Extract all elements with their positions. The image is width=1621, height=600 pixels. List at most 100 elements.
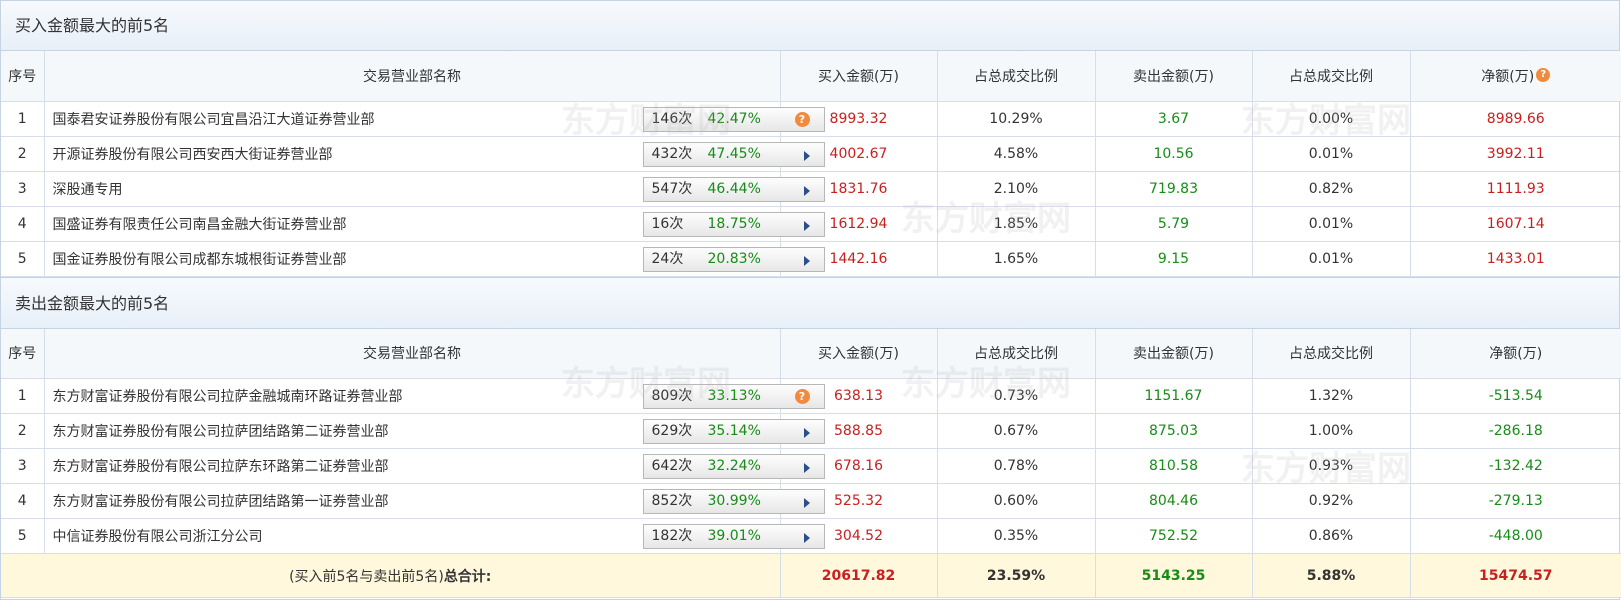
row-index: 1: [1, 378, 45, 414]
branch-name-cell: 东方财富证券股份有限公司拉萨团结路第一证券营业部 852次 30.99%: [44, 483, 825, 519]
win-rate: 47.45%: [707, 145, 761, 162]
sell-amount: 810.58: [1095, 448, 1253, 484]
sell-amount: 875.03: [1095, 413, 1253, 449]
sell-ratio: 0.93%: [1252, 448, 1411, 484]
branch-name-link[interactable]: 开源证券股份有限公司西安西大街证券营业部: [53, 147, 333, 163]
branch-history-button[interactable]: 16次 18.75%: [642, 211, 825, 237]
col-net-amount: 净额(万)?: [1410, 51, 1621, 102]
branch-name-link[interactable]: 东方财富证券股份有限公司拉萨团结路第一证券营业部: [53, 494, 389, 510]
win-rate: 42.47%: [707, 110, 761, 127]
question-icon[interactable]: ?: [794, 111, 810, 127]
appearance-count: 16次: [651, 215, 684, 232]
sell-ratio: 0.01%: [1252, 241, 1411, 277]
net-amount: -513.54: [1410, 378, 1621, 414]
sell-amount: 3.67: [1095, 101, 1253, 137]
sell-amount: 5.79: [1095, 206, 1253, 242]
branch-history-button[interactable]: 642次 32.24%: [642, 454, 825, 479]
buy-ratio: 0.60%: [937, 483, 1096, 519]
branch-name-link[interactable]: 中信证券股份有限公司浙江分公司: [53, 529, 263, 545]
branch-name-link[interactable]: 深股通专用: [53, 182, 123, 198]
buy-top5-table: 序号 交易营业部名称 买入金额(万) 占总成交比例 卖出金额(万) 占总成交比例…: [1, 51, 1621, 277]
arrow-right-icon[interactable]: [803, 533, 810, 543]
table-row: 2 开源证券股份有限公司西安西大街证券营业部 432次 47.45% 4002.67 4.…: [1, 136, 1621, 172]
branch-name-cell: 国盛证券有限责任公司南昌金融大街证券营业部 16次 18.75%: [44, 206, 825, 242]
appearance-count: 432次: [651, 145, 693, 162]
table-row: 1 国泰君安证券股份有限公司宜昌沿江大道证券营业部 146次 42.47%? 8993.…: [1, 101, 1621, 137]
branch-name-link[interactable]: 国盛证券有限责任公司南昌金融大街证券营业部: [53, 217, 347, 233]
win-rate: 39.01%: [707, 528, 761, 544]
buy-ratio: 4.58%: [937, 136, 1096, 172]
total-buy-ratio: 23.59%: [937, 553, 1096, 598]
win-rate: 20.83%: [707, 250, 761, 267]
buy-ratio: 1.85%: [937, 206, 1096, 242]
col-sell-amount: 卖出金额(万): [1095, 51, 1253, 102]
total-label: (买入前5名与卖出前5名)总合计:: [1, 553, 781, 598]
branch-name-link[interactable]: 东方财富证券股份有限公司拉萨团结路第二证券营业部: [53, 424, 389, 440]
win-rate: 30.99%: [707, 493, 761, 509]
net-amount: 8989.66: [1410, 101, 1621, 137]
col-buy-amount: 买入金额(万): [780, 328, 938, 379]
col-sell-amount: 卖出金额(万): [1095, 328, 1253, 379]
arrow-right-icon[interactable]: [803, 220, 810, 231]
total-buy-amount: 20617.82: [780, 553, 938, 598]
row-index: 5: [1, 241, 45, 277]
arrow-right-icon[interactable]: [803, 428, 810, 438]
sell-ratio: 1.00%: [1252, 413, 1411, 449]
win-rate: 32.24%: [707, 458, 761, 474]
branch-name-link[interactable]: 国金证券股份有限公司成都东城根街证券营业部: [53, 252, 347, 268]
total-net-amount: 15474.57: [1410, 553, 1621, 598]
branch-history-button[interactable]: 146次 42.47%?: [642, 106, 825, 132]
net-amount: 1433.01: [1410, 241, 1621, 277]
sell-amount: 804.46: [1095, 483, 1253, 519]
sell-ratio: 0.01%: [1252, 206, 1411, 242]
net-help-icon[interactable]: ?: [1536, 67, 1551, 82]
sell-top5-table: 序号 交易营业部名称 买入金额(万) 占总成交比例 卖出金额(万) 占总成交比例…: [1, 328, 1621, 598]
branch-history-button[interactable]: 629次 35.14%: [642, 419, 825, 444]
branch-history-button[interactable]: 852次 30.99%: [642, 489, 825, 514]
win-rate: 46.44%: [707, 180, 761, 197]
appearance-count: 182次: [651, 528, 693, 544]
branch-name-cell: 东方财富证券股份有限公司拉萨团结路第二证券营业部 629次 35.14%: [44, 413, 825, 449]
col-index: 序号: [1, 328, 45, 379]
branch-name-link[interactable]: 国泰君安证券股份有限公司宜昌沿江大道证券营业部: [53, 112, 375, 128]
sell-ratio: 0.86%: [1252, 518, 1411, 554]
branch-name-cell: 中信证券股份有限公司浙江分公司 182次 39.01%: [44, 518, 825, 554]
appearance-count: 642次: [651, 458, 693, 474]
sell-top5-title: 卖出金额最大的前5名: [1, 276, 1619, 329]
branch-name-cell: 深股通专用 547次 46.44%: [44, 171, 825, 207]
col-sell-ratio: 占总成交比例: [1252, 328, 1411, 379]
win-rate: 18.75%: [707, 215, 761, 232]
col-buy-ratio: 占总成交比例: [937, 328, 1096, 379]
branch-history-button[interactable]: 182次 39.01%: [642, 524, 825, 549]
buy-ratio: 0.67%: [937, 413, 1096, 449]
row-index: 2: [1, 413, 45, 449]
branch-name-link[interactable]: 东方财富证券股份有限公司拉萨东环路第二证券营业部: [53, 459, 389, 475]
row-index: 3: [1, 448, 45, 484]
branch-name-cell: 国金证券股份有限公司成都东城根街证券营业部 24次 20.83%: [44, 241, 825, 277]
total-label-bold: 总合计:: [443, 568, 492, 585]
branch-history-button[interactable]: 809次 33.13%?: [642, 384, 825, 409]
net-amount: -132.42: [1410, 448, 1621, 484]
buy-ratio: 0.73%: [937, 378, 1096, 414]
net-amount: -286.18: [1410, 413, 1621, 449]
col-branch-name: 交易营业部名称: [44, 328, 781, 379]
net-amount: 1607.14: [1410, 206, 1621, 242]
arrow-right-icon[interactable]: [803, 255, 810, 266]
branch-name-link[interactable]: 东方财富证券股份有限公司拉萨金融城南环路证券营业部: [53, 389, 403, 405]
net-amount: -279.13: [1410, 483, 1621, 519]
col-index: 序号: [1, 51, 45, 102]
branch-history-button[interactable]: 432次 47.45%: [642, 141, 825, 167]
branch-history-button[interactable]: 547次 46.44%: [642, 176, 825, 202]
arrow-right-icon[interactable]: [803, 150, 810, 161]
arrow-right-icon[interactable]: [803, 185, 810, 196]
total-sell-amount: 5143.25: [1095, 553, 1253, 598]
row-index: 5: [1, 518, 45, 554]
question-icon[interactable]: ?: [794, 389, 810, 404]
arrow-right-icon[interactable]: [803, 498, 810, 508]
branch-history-button[interactable]: 24次 20.83%: [642, 246, 825, 272]
arrow-right-icon[interactable]: [803, 463, 810, 473]
appearance-count: 852次: [651, 493, 693, 509]
table-row: 4 国盛证券有限责任公司南昌金融大街证券营业部 16次 18.75% 1612.94 1.…: [1, 206, 1621, 242]
branch-name-cell: 开源证券股份有限公司西安西大街证券营业部 432次 47.45%: [44, 136, 825, 172]
sell-amount: 9.15: [1095, 241, 1253, 277]
